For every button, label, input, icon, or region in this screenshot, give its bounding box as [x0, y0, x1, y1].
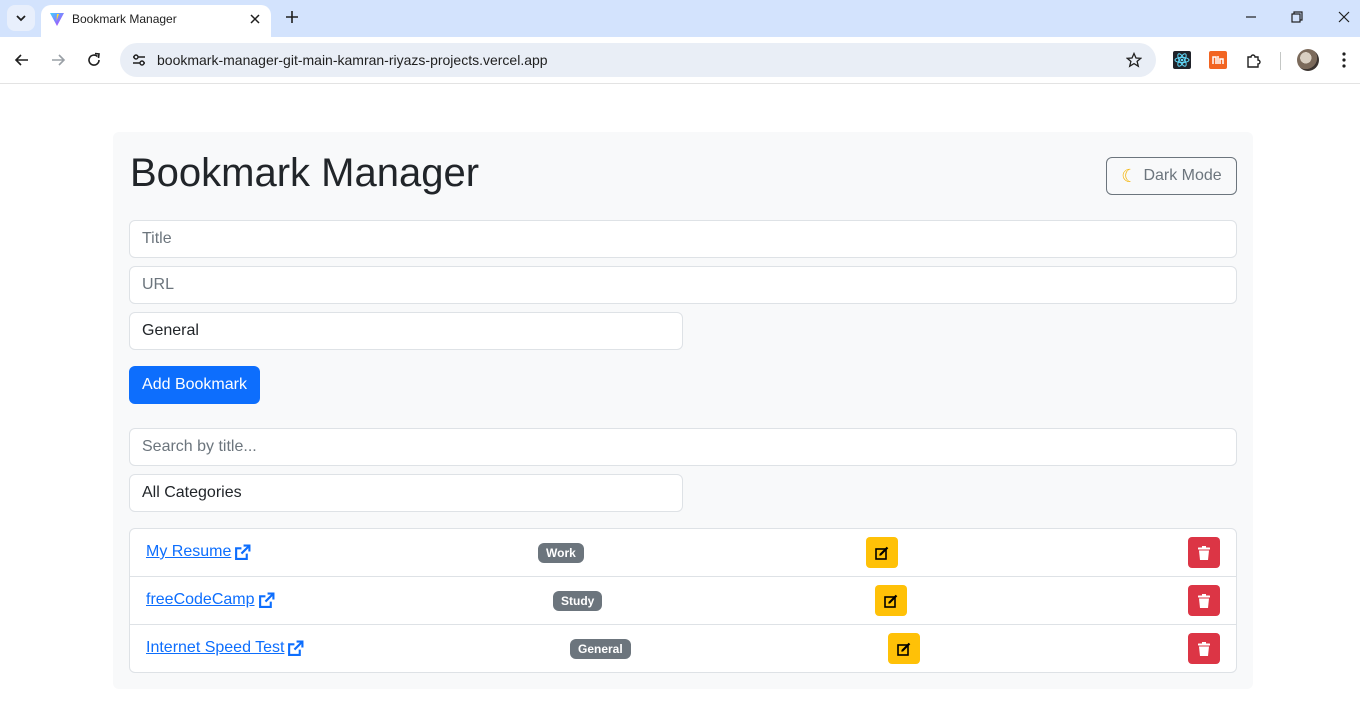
address-bar[interactable]: bookmark-manager-git-main-kamran-riyazs-… — [120, 43, 1156, 77]
bookmark-manager-card: Bookmark Manager ☾ Dark Mode General Add… — [113, 132, 1253, 689]
edit-button[interactable] — [866, 537, 898, 568]
external-link-icon — [288, 640, 304, 656]
chevron-down-icon — [16, 15, 26, 22]
toolbar-divider — [1280, 52, 1281, 70]
browser-toolbar: bookmark-manager-git-main-kamran-riyazs-… — [0, 37, 1360, 84]
dark-mode-label: Dark Mode — [1143, 167, 1222, 184]
new-tab-button[interactable] — [281, 6, 303, 28]
edit-button[interactable] — [888, 633, 920, 664]
bookmark-title: My Resume — [146, 543, 232, 560]
vite-logo-icon — [50, 13, 64, 26]
bookmark-title: Internet Speed Test — [146, 639, 285, 656]
close-window-button[interactable] — [1329, 4, 1359, 30]
close-icon — [1338, 11, 1350, 23]
more-vertical-icon — [1342, 52, 1346, 68]
bookmark-row: My Resume Work — [130, 529, 1236, 577]
orange-extension[interactable] — [1208, 50, 1228, 70]
dark-mode-toggle[interactable]: ☾ Dark Mode — [1106, 157, 1237, 195]
category-badge: Study — [553, 591, 603, 611]
search-input[interactable] — [129, 428, 1237, 466]
bookmark-link[interactable]: Internet Speed Test — [146, 638, 304, 658]
arrow-right-icon — [52, 54, 66, 66]
tune-icon — [133, 54, 145, 66]
back-button[interactable] — [9, 47, 35, 73]
add-bookmark-button[interactable]: Add Bookmark — [129, 366, 260, 404]
delete-button[interactable] — [1188, 633, 1220, 664]
browser-tab[interactable]: Bookmark Manager — [41, 5, 271, 37]
moon-icon: ☾ — [1121, 166, 1138, 186]
page-title: Bookmark Manager — [130, 151, 480, 195]
restore-icon — [1291, 11, 1303, 23]
tab-close-button[interactable] — [245, 9, 265, 29]
react-devtools-extension[interactable] — [1172, 50, 1192, 70]
external-link-icon — [258, 592, 274, 608]
trash-icon — [1198, 641, 1210, 656]
bookmark-title: freeCodeCamp — [146, 591, 255, 608]
restore-button[interactable] — [1282, 4, 1312, 30]
forward-button[interactable] — [45, 47, 71, 73]
puzzle-icon — [1247, 54, 1261, 68]
trash-icon — [1198, 593, 1210, 608]
url-input[interactable] — [129, 266, 1237, 304]
category-select-value: General — [142, 322, 199, 339]
browser-tab-strip: Bookmark Manager — [0, 0, 1360, 37]
bookmark-link[interactable]: freeCodeCamp — [146, 590, 275, 610]
bookmark-star-button[interactable] — [1124, 50, 1144, 70]
category-select[interactable]: General — [129, 312, 683, 350]
minimize-button[interactable] — [1236, 4, 1266, 30]
edit-icon — [875, 546, 889, 560]
url-text: bookmark-manager-git-main-kamran-riyazs-… — [157, 52, 548, 68]
title-input[interactable] — [129, 220, 1237, 258]
extension-logo-icon — [1209, 51, 1227, 69]
delete-button[interactable] — [1188, 537, 1220, 568]
bookmark-row: freeCodeCamp Study — [130, 577, 1236, 625]
bookmark-row: Internet Speed Test General — [130, 625, 1236, 673]
category-filter-value: All Categories — [142, 484, 242, 501]
reload-icon — [88, 52, 100, 66]
category-badge: Work — [538, 543, 584, 563]
edit-icon — [897, 642, 911, 656]
extensions-button[interactable] — [1244, 50, 1264, 70]
edit-icon — [884, 594, 898, 608]
bookmark-list: My Resume Work freeCodeCamp Study Intern… — [129, 528, 1237, 673]
category-badge: General — [570, 639, 631, 659]
tab-title: Bookmark Manager — [72, 12, 177, 26]
plus-icon — [286, 11, 298, 23]
profile-avatar[interactable] — [1297, 49, 1319, 71]
edit-button[interactable] — [875, 585, 907, 616]
delete-button[interactable] — [1188, 585, 1220, 616]
reload-button[interactable] — [81, 47, 107, 73]
browser-menu-button[interactable] — [1334, 50, 1354, 70]
bookmark-link[interactable]: My Resume — [146, 542, 251, 562]
tab-search-button[interactable] — [7, 5, 35, 31]
category-filter-select[interactable]: All Categories — [129, 474, 683, 512]
minimize-icon — [1246, 16, 1256, 18]
close-icon — [250, 14, 260, 24]
star-icon — [1126, 52, 1142, 68]
react-icon — [1173, 51, 1191, 69]
site-info-button[interactable] — [128, 49, 150, 71]
arrow-left-icon — [14, 54, 28, 66]
trash-icon — [1198, 545, 1210, 560]
external-link-icon — [235, 544, 251, 560]
